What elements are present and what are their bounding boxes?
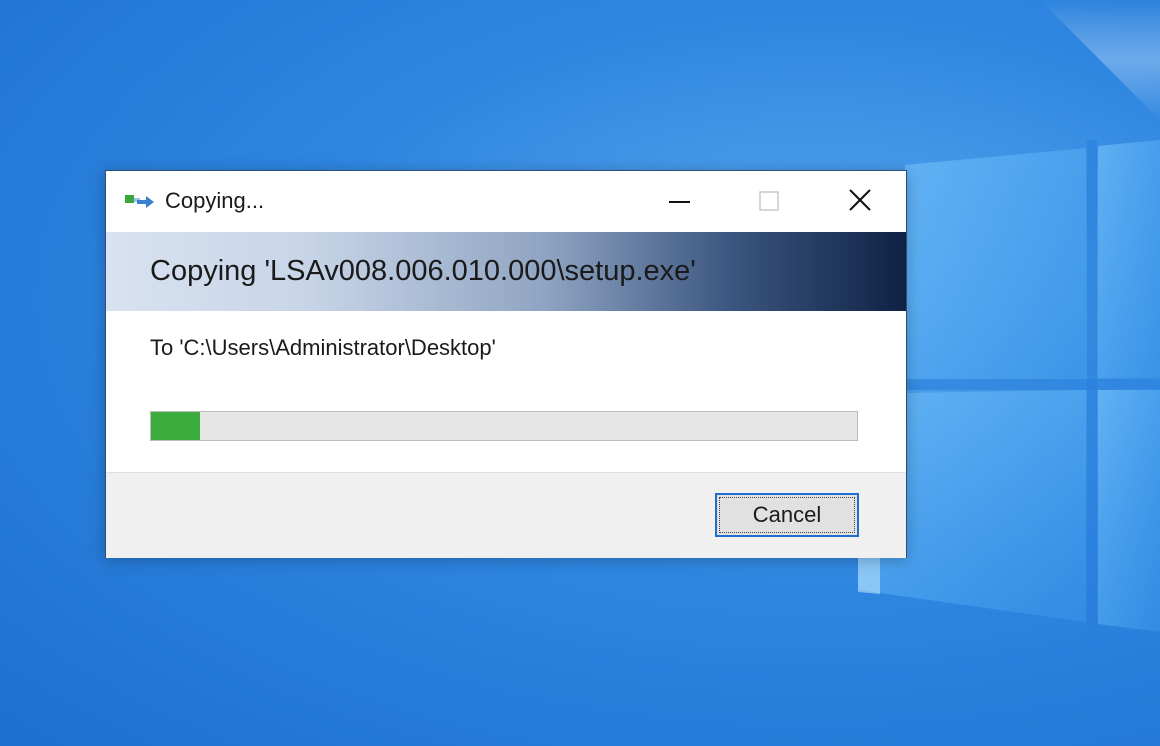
title-bar[interactable]: Copying... [106, 171, 906, 231]
copying-file-heading: Copying 'LSAv008.006.010.000\setup.exe' [150, 255, 696, 287]
copy-progress-bar [150, 411, 858, 441]
copying-banner: Copying 'LSAv008.006.010.000\setup.exe' [106, 232, 906, 311]
maximize-button[interactable] [724, 171, 814, 231]
maximize-icon [759, 191, 779, 211]
dialog-footer: Cancel [106, 472, 906, 558]
minimize-button[interactable] [634, 171, 724, 231]
close-icon [849, 189, 871, 211]
copy-progress-dialog: Copying... Copying 'LSAv008.006.010.000\… [105, 170, 907, 558]
destination-path-text: To 'C:\Users\Administrator\Desktop' [150, 335, 496, 360]
cancel-button[interactable]: Cancel [715, 493, 859, 537]
copy-transfer-icon [123, 191, 155, 213]
desktop-background: Copying... Copying 'LSAv008.006.010.000\… [0, 0, 1160, 746]
progress-fill [151, 412, 200, 440]
window-title: Copying... [165, 188, 265, 213]
minimize-icon [669, 201, 690, 203]
close-button[interactable] [814, 171, 904, 231]
